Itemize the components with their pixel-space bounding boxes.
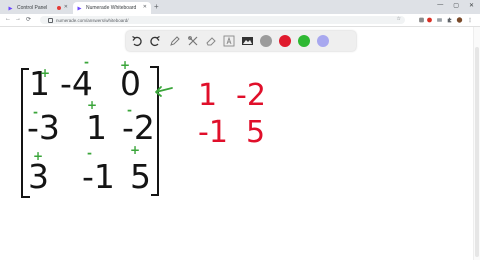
numerade-favicon-icon bbox=[77, 6, 82, 10]
window-controls: — ▢ ✕ bbox=[437, 2, 474, 9]
matrix-entry: 3 bbox=[28, 157, 49, 196]
pointer-arrow-icon bbox=[155, 86, 173, 97]
pen-tool-button[interactable] bbox=[167, 33, 183, 49]
close-window-button[interactable]: ✕ bbox=[469, 2, 474, 9]
undo-icon bbox=[132, 35, 142, 47]
more-menu-icon[interactable] bbox=[468, 17, 472, 23]
back-button[interactable]: ← bbox=[5, 16, 11, 22]
bookmark-star-icon[interactable]: ☆ bbox=[397, 16, 401, 22]
minor-entry: 1 bbox=[198, 78, 218, 113]
tools-icon bbox=[188, 36, 198, 46]
pen-icon bbox=[170, 36, 180, 46]
matrix-entry: -1 bbox=[82, 157, 115, 196]
cofactor-sign: + bbox=[40, 66, 51, 80]
whiteboard-toolbar bbox=[126, 31, 356, 51]
cofactor-sign: + bbox=[87, 98, 98, 112]
color-dot bbox=[260, 35, 272, 47]
color-swatch-gray[interactable] bbox=[258, 33, 274, 49]
maximize-button[interactable]: ▢ bbox=[453, 2, 459, 9]
scrollbar-thumb[interactable] bbox=[475, 47, 479, 257]
record-extension-icon[interactable] bbox=[426, 17, 433, 23]
lock-icon bbox=[48, 17, 53, 23]
cofactor-sign: + bbox=[33, 149, 44, 163]
tab-label: Numerade Whiteboard bbox=[86, 5, 137, 11]
forward-button[interactable]: → bbox=[15, 16, 21, 22]
vertical-scrollbar[interactable] bbox=[473, 27, 480, 260]
minor-entry: -1 bbox=[198, 115, 228, 150]
minor-entry: 5 bbox=[246, 115, 266, 150]
matrix-entry: 1 bbox=[86, 108, 107, 147]
matrix-entry: 5 bbox=[130, 157, 151, 196]
address-bar[interactable]: numerade.com/answers/whiteboard/ ☆ bbox=[40, 16, 405, 24]
profile-avatar-icon[interactable] bbox=[456, 17, 463, 23]
redo-icon bbox=[150, 35, 160, 47]
matrix-entry: -3 bbox=[27, 108, 60, 147]
color-swatch-red[interactable] bbox=[277, 33, 293, 49]
numerade-favicon-icon bbox=[8, 6, 13, 10]
color-dot bbox=[279, 35, 291, 47]
recording-dot-icon bbox=[57, 6, 61, 10]
color-dot bbox=[298, 35, 310, 47]
tools-button[interactable] bbox=[185, 33, 201, 49]
cofactor-sign: - bbox=[33, 105, 38, 119]
color-swatch-green[interactable] bbox=[296, 33, 312, 49]
address-bar-row: ← → ⟳ numerade.com/answers/whiteboard/ ☆ bbox=[0, 14, 480, 27]
cofactor-sign: - bbox=[127, 103, 132, 117]
cofactor-sign: - bbox=[87, 146, 92, 160]
tab-close-icon[interactable]: ✕ bbox=[64, 4, 68, 10]
cofactor-sign: + bbox=[130, 143, 141, 157]
cofactor-sign: - bbox=[84, 55, 89, 69]
text-tool-button[interactable] bbox=[221, 33, 237, 49]
tab-close-icon[interactable]: ✕ bbox=[143, 4, 147, 10]
reload-button[interactable]: ⟳ bbox=[26, 16, 31, 23]
color-swatch-lavender[interactable] bbox=[315, 33, 331, 49]
matrix-entry: -4 bbox=[60, 64, 93, 103]
text-icon bbox=[223, 35, 235, 47]
color-dot bbox=[317, 35, 329, 47]
whiteboard-canvas[interactable]: 1 -4 0 -3 1 -2 3 -1 5 + - + - + - + - + … bbox=[0, 27, 480, 260]
tab-control-panel[interactable]: Control Panel ✕ bbox=[4, 2, 72, 14]
tab-label: Control Panel bbox=[17, 5, 48, 11]
extension-icon[interactable] bbox=[418, 17, 425, 23]
eraser-button[interactable] bbox=[203, 33, 219, 49]
extensions-puzzle-icon[interactable] bbox=[446, 17, 453, 23]
tab-numerade-whiteboard[interactable]: Numerade Whiteboard ✕ bbox=[73, 2, 151, 14]
matrix-brackets bbox=[21, 66, 159, 198]
image-icon bbox=[241, 37, 253, 45]
minimize-button[interactable]: — bbox=[437, 2, 443, 9]
eraser-icon bbox=[206, 37, 216, 46]
insert-image-button[interactable] bbox=[239, 33, 255, 49]
url-text: numerade.com/answers/whiteboard/ bbox=[56, 17, 129, 23]
minor-entry: -2 bbox=[236, 78, 266, 113]
extension-icon[interactable] bbox=[436, 17, 443, 23]
undo-button[interactable] bbox=[129, 33, 145, 49]
cofactor-sign: + bbox=[120, 58, 131, 72]
browser-tabstrip: Control Panel ✕ Numerade Whiteboard ✕ + … bbox=[0, 0, 480, 14]
new-tab-button[interactable]: + bbox=[154, 2, 159, 12]
redo-button[interactable] bbox=[147, 33, 163, 49]
